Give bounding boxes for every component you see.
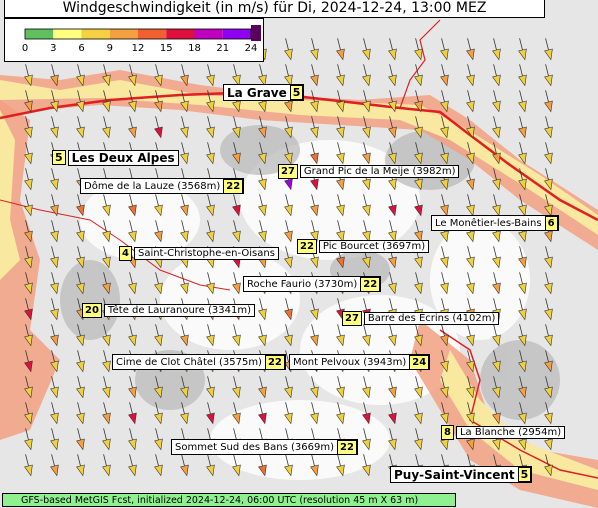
- legend-segment: [25, 29, 54, 39]
- wind-speed-badge: 27: [342, 310, 362, 326]
- wind-speed-badge: 27: [278, 163, 298, 179]
- label-puy-saint-vincent: Puy-Saint-Vincent 5: [390, 466, 533, 483]
- legend-segment: [222, 29, 251, 39]
- label-tete-de-lauranoure: 20 Tête de Lauranoure (3341m): [82, 302, 255, 318]
- place-name: Sommet Sud des Bans (3669m): [175, 441, 335, 453]
- label-barre-des-ecrins: 27 Barre des Ecrins (4102m): [342, 310, 500, 326]
- wind-speed-badge: 5: [52, 150, 66, 165]
- forecast-footer: GFS-based MetGIS Fcst, initialized 2024-…: [2, 493, 456, 507]
- label-les-deux-alpes: 5 Les Deux Alpes: [52, 149, 179, 166]
- wind-speed-badge: 5: [517, 467, 532, 482]
- place-name: Tête de Lauranoure (3341m): [103, 303, 255, 317]
- legend-segment: [166, 29, 195, 39]
- wind-speed-badge: 22: [360, 276, 381, 292]
- place-name: Barre des Ecrins (4102m): [363, 311, 500, 325]
- place-name: Les Deux Alpes: [67, 149, 179, 166]
- legend-segment: [194, 29, 223, 39]
- legend-tick: 3: [50, 43, 57, 54]
- wind-speed-badge: 20: [82, 302, 102, 318]
- place-name: Cime de Clot Châtel (3575m): [116, 356, 262, 368]
- label-la-grave: La Grave 5: [223, 84, 305, 101]
- place-name: Dôme de la Lauze (3568m): [84, 180, 221, 192]
- legend-colorbar: [24, 25, 261, 41]
- wind-speed-badge: 6: [544, 215, 558, 231]
- place-name: Grand Pic de la Meije (3982m): [299, 164, 460, 178]
- place-name: Puy-Saint-Vincent: [394, 467, 515, 482]
- legend-segment: [81, 29, 110, 39]
- wind-speed-badge: 22: [297, 238, 317, 254]
- label-sommet-sud-des-bans: Sommet Sud des Bans (3669m) 22: [171, 439, 358, 455]
- legend-tick: 0: [21, 43, 29, 54]
- legend-tick: 6: [78, 43, 85, 54]
- map-title: Windgeschwindigkeit (in m/s) für Di, 202…: [4, 0, 545, 18]
- label-la-blanche: 8 La Blanche (2954m): [441, 424, 566, 440]
- place-name: Roche Faurio (3730m): [247, 278, 358, 290]
- place-name: La Blanche (2954m): [455, 425, 566, 439]
- label-dome-de-la-lauze: Dôme de la Lauze (3568m) 22: [80, 178, 245, 194]
- legend-tick: 21: [216, 43, 230, 54]
- legend-segment: [251, 25, 261, 41]
- legend-tick: 9: [106, 43, 113, 54]
- label-mont-pelvoux: Mont Pelvoux (3943m) 24: [289, 354, 431, 370]
- legend-segment: [53, 29, 82, 39]
- place-name: Pic Bourcet (3697m): [318, 239, 430, 253]
- wind-speed-badge: 22: [223, 178, 244, 194]
- legend-segment: [109, 29, 138, 39]
- label-grand-pic-de-la-meije: 27 Grand Pic de la Meije (3982m): [278, 163, 460, 179]
- wind-speed-badge: 24: [409, 354, 430, 370]
- place-name: Saint-Christophe-en-Oisans: [133, 246, 279, 260]
- wind-speed-badge: 4: [119, 245, 132, 261]
- label-saint-christophe-en-oisans: 4 Saint-Christophe-en-Oisans: [119, 245, 279, 261]
- place-name: Mont Pelvoux (3943m): [293, 356, 407, 368]
- wind-speed-legend: 0 3 6 9 12 15 18 21 24: [4, 18, 264, 62]
- place-name: La Grave: [227, 85, 287, 100]
- wind-speed-badge: 8: [441, 424, 454, 440]
- wind-speed-badge: 22: [337, 439, 357, 455]
- label-roche-faurio: Roche Faurio (3730m) 22: [243, 276, 382, 292]
- wind-speed-badge: 22: [264, 354, 285, 370]
- place-name: Le Monêtier-les-Bains: [435, 217, 542, 229]
- label-le-monetier-les-bains: Le Monêtier-les-Bains 6: [431, 215, 559, 231]
- label-cime-de-clot-chatel: Cime de Clot Châtel (3575m) 22: [112, 354, 286, 370]
- label-pic-bourcet: 22 Pic Bourcet (3697m): [297, 238, 430, 254]
- legend-tick: 24: [244, 43, 258, 54]
- wind-speed-badge: 5: [289, 85, 304, 100]
- legend-segment: [138, 29, 167, 39]
- legend-tick: 18: [188, 43, 201, 54]
- legend-tick: 12: [131, 43, 145, 54]
- legend-tick: 15: [159, 43, 173, 54]
